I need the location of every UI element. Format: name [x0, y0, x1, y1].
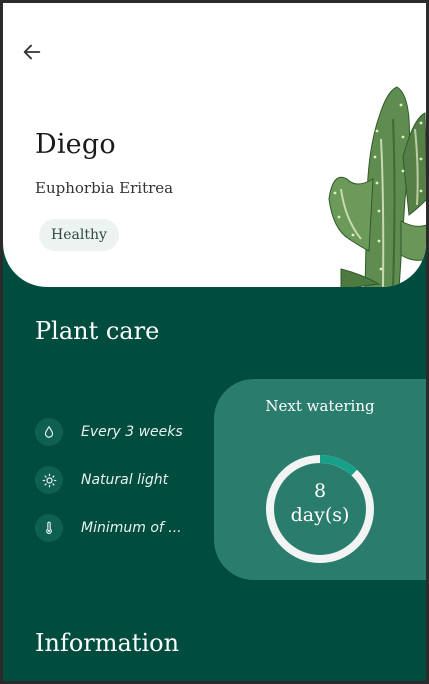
- next-watering-card: Next watering 8 day(s): [214, 379, 426, 580]
- care-item-label: Minimum of ...: [81, 520, 182, 536]
- thermometer-icon: [35, 514, 63, 542]
- care-item-watering: Every 3 weeks: [35, 418, 183, 446]
- sun-icon: [35, 466, 63, 494]
- care-item-temperature: Minimum of ...: [35, 514, 182, 542]
- watering-countdown: 8 day(s): [262, 479, 378, 527]
- care-item-label: Every 3 weeks: [81, 424, 183, 440]
- arrow-left-icon: [23, 44, 41, 60]
- watering-days-value: 8: [313, 480, 327, 502]
- back-button[interactable]: [17, 37, 47, 67]
- plant-photo: [328, 86, 426, 287]
- next-watering-title: Next watering: [265, 397, 375, 415]
- plant-care-heading: Plant care: [35, 317, 160, 345]
- care-item-light: Natural light: [35, 466, 168, 494]
- status-badge: Healthy: [39, 219, 119, 251]
- information-heading: Information: [35, 629, 180, 657]
- care-item-label: Natural light: [81, 472, 169, 488]
- app-screen: Diego Euphorbia Eritrea Healthy Plant ca…: [3, 3, 426, 681]
- plant-name: Diego: [35, 129, 116, 160]
- water-drop-icon: [35, 418, 63, 446]
- plant-header-card: Diego Euphorbia Eritrea Healthy: [3, 3, 426, 287]
- watering-days-unit: day(s): [290, 504, 350, 526]
- plant-species: Euphorbia Eritrea: [35, 179, 174, 197]
